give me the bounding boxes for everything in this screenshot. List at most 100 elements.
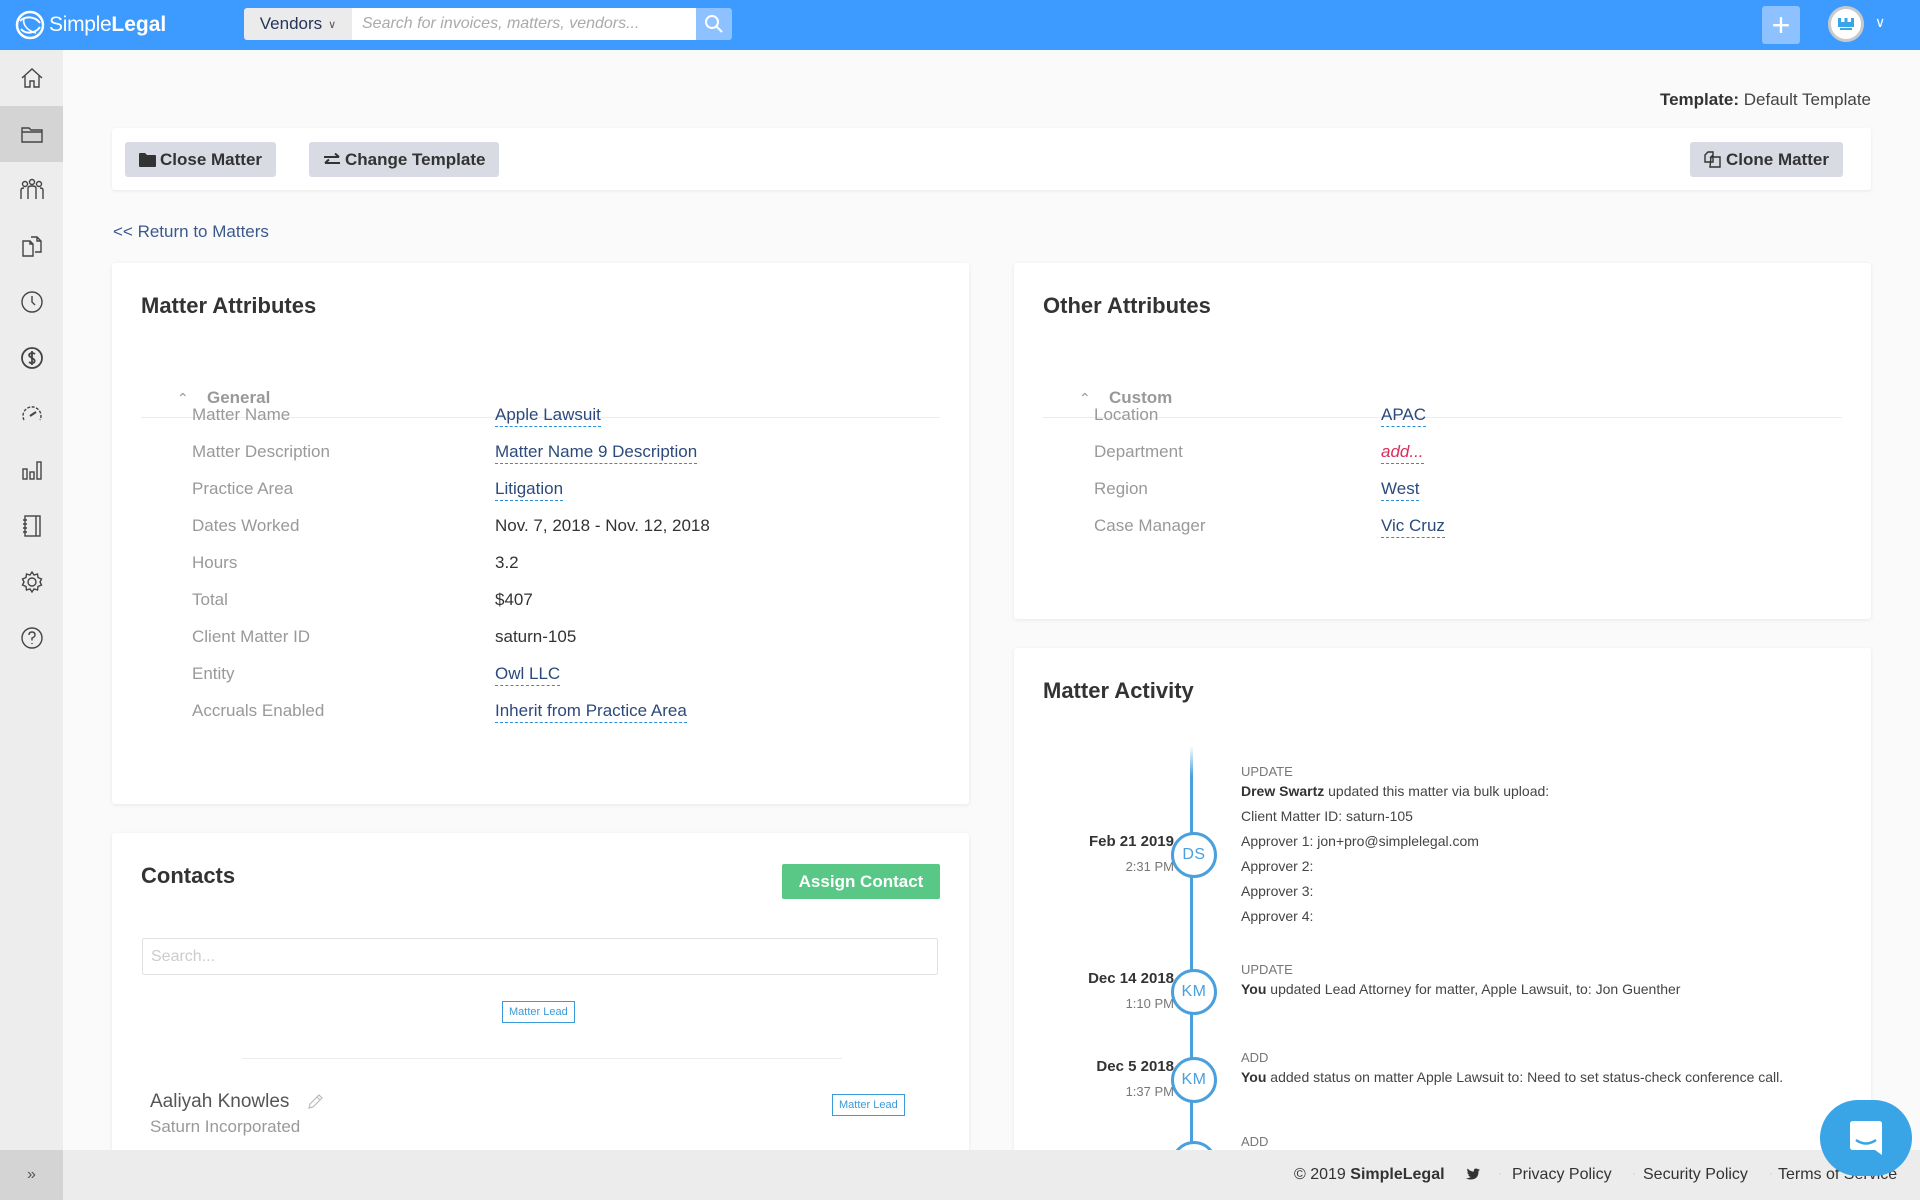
attribute-value[interactable]: Matter Name 9 Description (495, 442, 698, 464)
separator: · (1632, 1166, 1636, 1180)
attribute-label: Matter Name (192, 405, 291, 424)
attribute-label: Dates Worked (192, 516, 300, 535)
sidebar-item-invoices[interactable] (0, 218, 63, 274)
activity-detail-line: Approver 2: (1241, 858, 1314, 874)
contact-company: Saturn Incorporated (150, 1117, 301, 1136)
activity-text: You added status on matter Apple Lawsuit… (1241, 1065, 1783, 1090)
clock-icon (20, 291, 43, 313)
privacy-policy-link[interactable]: Privacy Policy (1512, 1166, 1612, 1184)
attribute-label: Client Matter ID (192, 627, 311, 646)
user-menu-chevron-icon[interactable]: ∨ (1875, 14, 1885, 31)
folder-icon (139, 152, 156, 167)
sidebar-item-notebook[interactable] (0, 498, 63, 554)
pencil-icon[interactable] (306, 1093, 324, 1111)
copyright-brand: SimpleLegal (1350, 1166, 1445, 1183)
attribute-value[interactable]: Litigation (495, 479, 564, 501)
matter-lead-filter-tag[interactable]: Matter Lead (502, 1001, 575, 1023)
matter-activity-title: Matter Activity (1043, 678, 1194, 703)
sidebar-item-budgets[interactable] (0, 330, 63, 386)
attribute-row: Total $407 (192, 590, 792, 627)
activity-description: updated this matter via bulk upload: (1324, 783, 1550, 799)
sidebar-item-help[interactable] (0, 610, 63, 666)
activity-description: added status on matter Apple Lawsuit to:… (1266, 1069, 1784, 1085)
attribute-value[interactable]: Inherit from Practice Area (495, 701, 687, 723)
chevron-down-icon: ∨ (328, 18, 337, 31)
activity-time: 1:10 PM (1125, 996, 1174, 1011)
notebook-icon (22, 515, 41, 537)
activity-actor: Drew Swartz (1241, 783, 1325, 799)
attribute-row: Accruals Enabled Inherit from Practice Ar… (192, 701, 792, 738)
attribute-value[interactable]: West (1381, 479, 1420, 501)
matter-attributes-card: Matter Attributes ⌃ General Matter Name A… (112, 263, 969, 804)
simplelegal-logo[interactable]: Simple Legal (14, 9, 166, 41)
attribute-label: Entity (192, 664, 235, 683)
activity-avatar: KM (1171, 1057, 1217, 1103)
double-chevron-right-icon: » (27, 1166, 36, 1183)
other-attributes-title: Other Attributes (1043, 293, 1211, 318)
activity-detail-line: Approver 4: (1241, 908, 1314, 924)
activity-text: You updated Lead Attorney for matter, Ap… (1241, 977, 1680, 1002)
sidebar-item-timekeeping[interactable] (0, 274, 63, 330)
close-matter-label: Close Matter (160, 149, 263, 169)
swap-arrows-icon (324, 152, 340, 164)
return-to-matters-link[interactable]: << Return to Matters (113, 222, 269, 242)
template-indicator: Template: Default Template (1660, 90, 1871, 110)
contacts-divider (242, 1058, 842, 1059)
documents-icon (21, 236, 42, 257)
sidebar-expand-button[interactable]: » (0, 1150, 63, 1200)
attribute-value: Nov. 7, 2018 - Nov. 12, 2018 (495, 516, 710, 535)
clone-matter-button[interactable]: Clone Matter (1690, 142, 1843, 177)
activity-detail-line: Approver 3: (1241, 883, 1314, 899)
attribute-label: Region (1094, 479, 1148, 498)
activity-type: ADD (1241, 1050, 1269, 1065)
search-category-value: Vendors (259, 14, 323, 33)
activity-avatar: DS (1171, 832, 1217, 878)
attribute-value[interactable]: Apple Lawsuit (495, 405, 601, 427)
attribute-value[interactable]: Vic Cruz (1381, 516, 1445, 538)
contact-search-input[interactable] (142, 938, 938, 975)
contacts-card: Contacts Assign Contact Matter Lead Aali… (112, 833, 969, 1163)
search-button[interactable] (696, 8, 732, 40)
activity-time: 2:31 PM (1125, 859, 1174, 874)
sidebar-item-dashboard[interactable] (0, 386, 63, 442)
twitter-icon[interactable] (1465, 1168, 1480, 1181)
attribute-row: Client Matter ID saturn-105 (192, 627, 792, 664)
attribute-label: Location (1094, 405, 1159, 424)
attribute-label: Accruals Enabled (192, 701, 325, 720)
sidebar-item-vendors[interactable] (0, 162, 63, 218)
user-avatar[interactable] (1828, 6, 1864, 42)
home-icon (21, 68, 42, 88)
sidebar-item-settings[interactable] (0, 554, 63, 610)
search-category-dropdown[interactable]: Vendors ∨ (244, 8, 352, 40)
template-value: Default Template (1743, 90, 1871, 109)
sidebar-item-matters[interactable] (0, 106, 63, 162)
activity-type: UPDATE (1241, 962, 1293, 977)
assign-contact-button[interactable]: Assign Contact (782, 864, 940, 899)
global-search-input[interactable] (352, 8, 696, 40)
matter-attributes-title: Matter Attributes (141, 293, 317, 318)
attribute-row: Matter Description Matter Name 9 Descript… (192, 442, 792, 479)
help-icon (20, 627, 43, 649)
activity-detail-line: Approver 1: jon+pro@simplelegal.com (1241, 833, 1479, 849)
attribute-label: Total (192, 590, 228, 609)
attribute-row: Dates Worked Nov. 7, 2018 - Nov. 12, 2018 (192, 516, 792, 553)
sidebar-item-home[interactable] (0, 50, 63, 106)
template-label: Template: (1659, 90, 1739, 109)
add-new-button[interactable]: + (1762, 6, 1800, 44)
contact-name: Aaliyah Knowles (150, 1091, 290, 1112)
activity-actor: You (1241, 1069, 1267, 1085)
chat-launcher-button[interactable] (1820, 1100, 1912, 1176)
attribute-value[interactable]: Owl LLC (495, 664, 561, 686)
security-policy-link[interactable]: Security Policy (1643, 1166, 1748, 1184)
folder-icon (20, 127, 43, 143)
attribute-value[interactable]: add... (1381, 442, 1424, 464)
activity-type: ADD (1241, 1134, 1269, 1149)
close-matter-button[interactable]: Close Matter (125, 142, 277, 177)
sidebar-item-reports[interactable] (0, 442, 63, 498)
change-template-button[interactable]: Change Template (309, 142, 500, 177)
action-bar: Close Matter Change Template Clone Matte… (112, 128, 1871, 190)
search-icon (705, 15, 723, 33)
top-bar: SimpleLegal Vendors ∨ + ∨ (0, 0, 1920, 50)
activity-date: Feb 21 2019 (1088, 833, 1174, 850)
attribute-value[interactable]: APAC (1381, 405, 1427, 427)
